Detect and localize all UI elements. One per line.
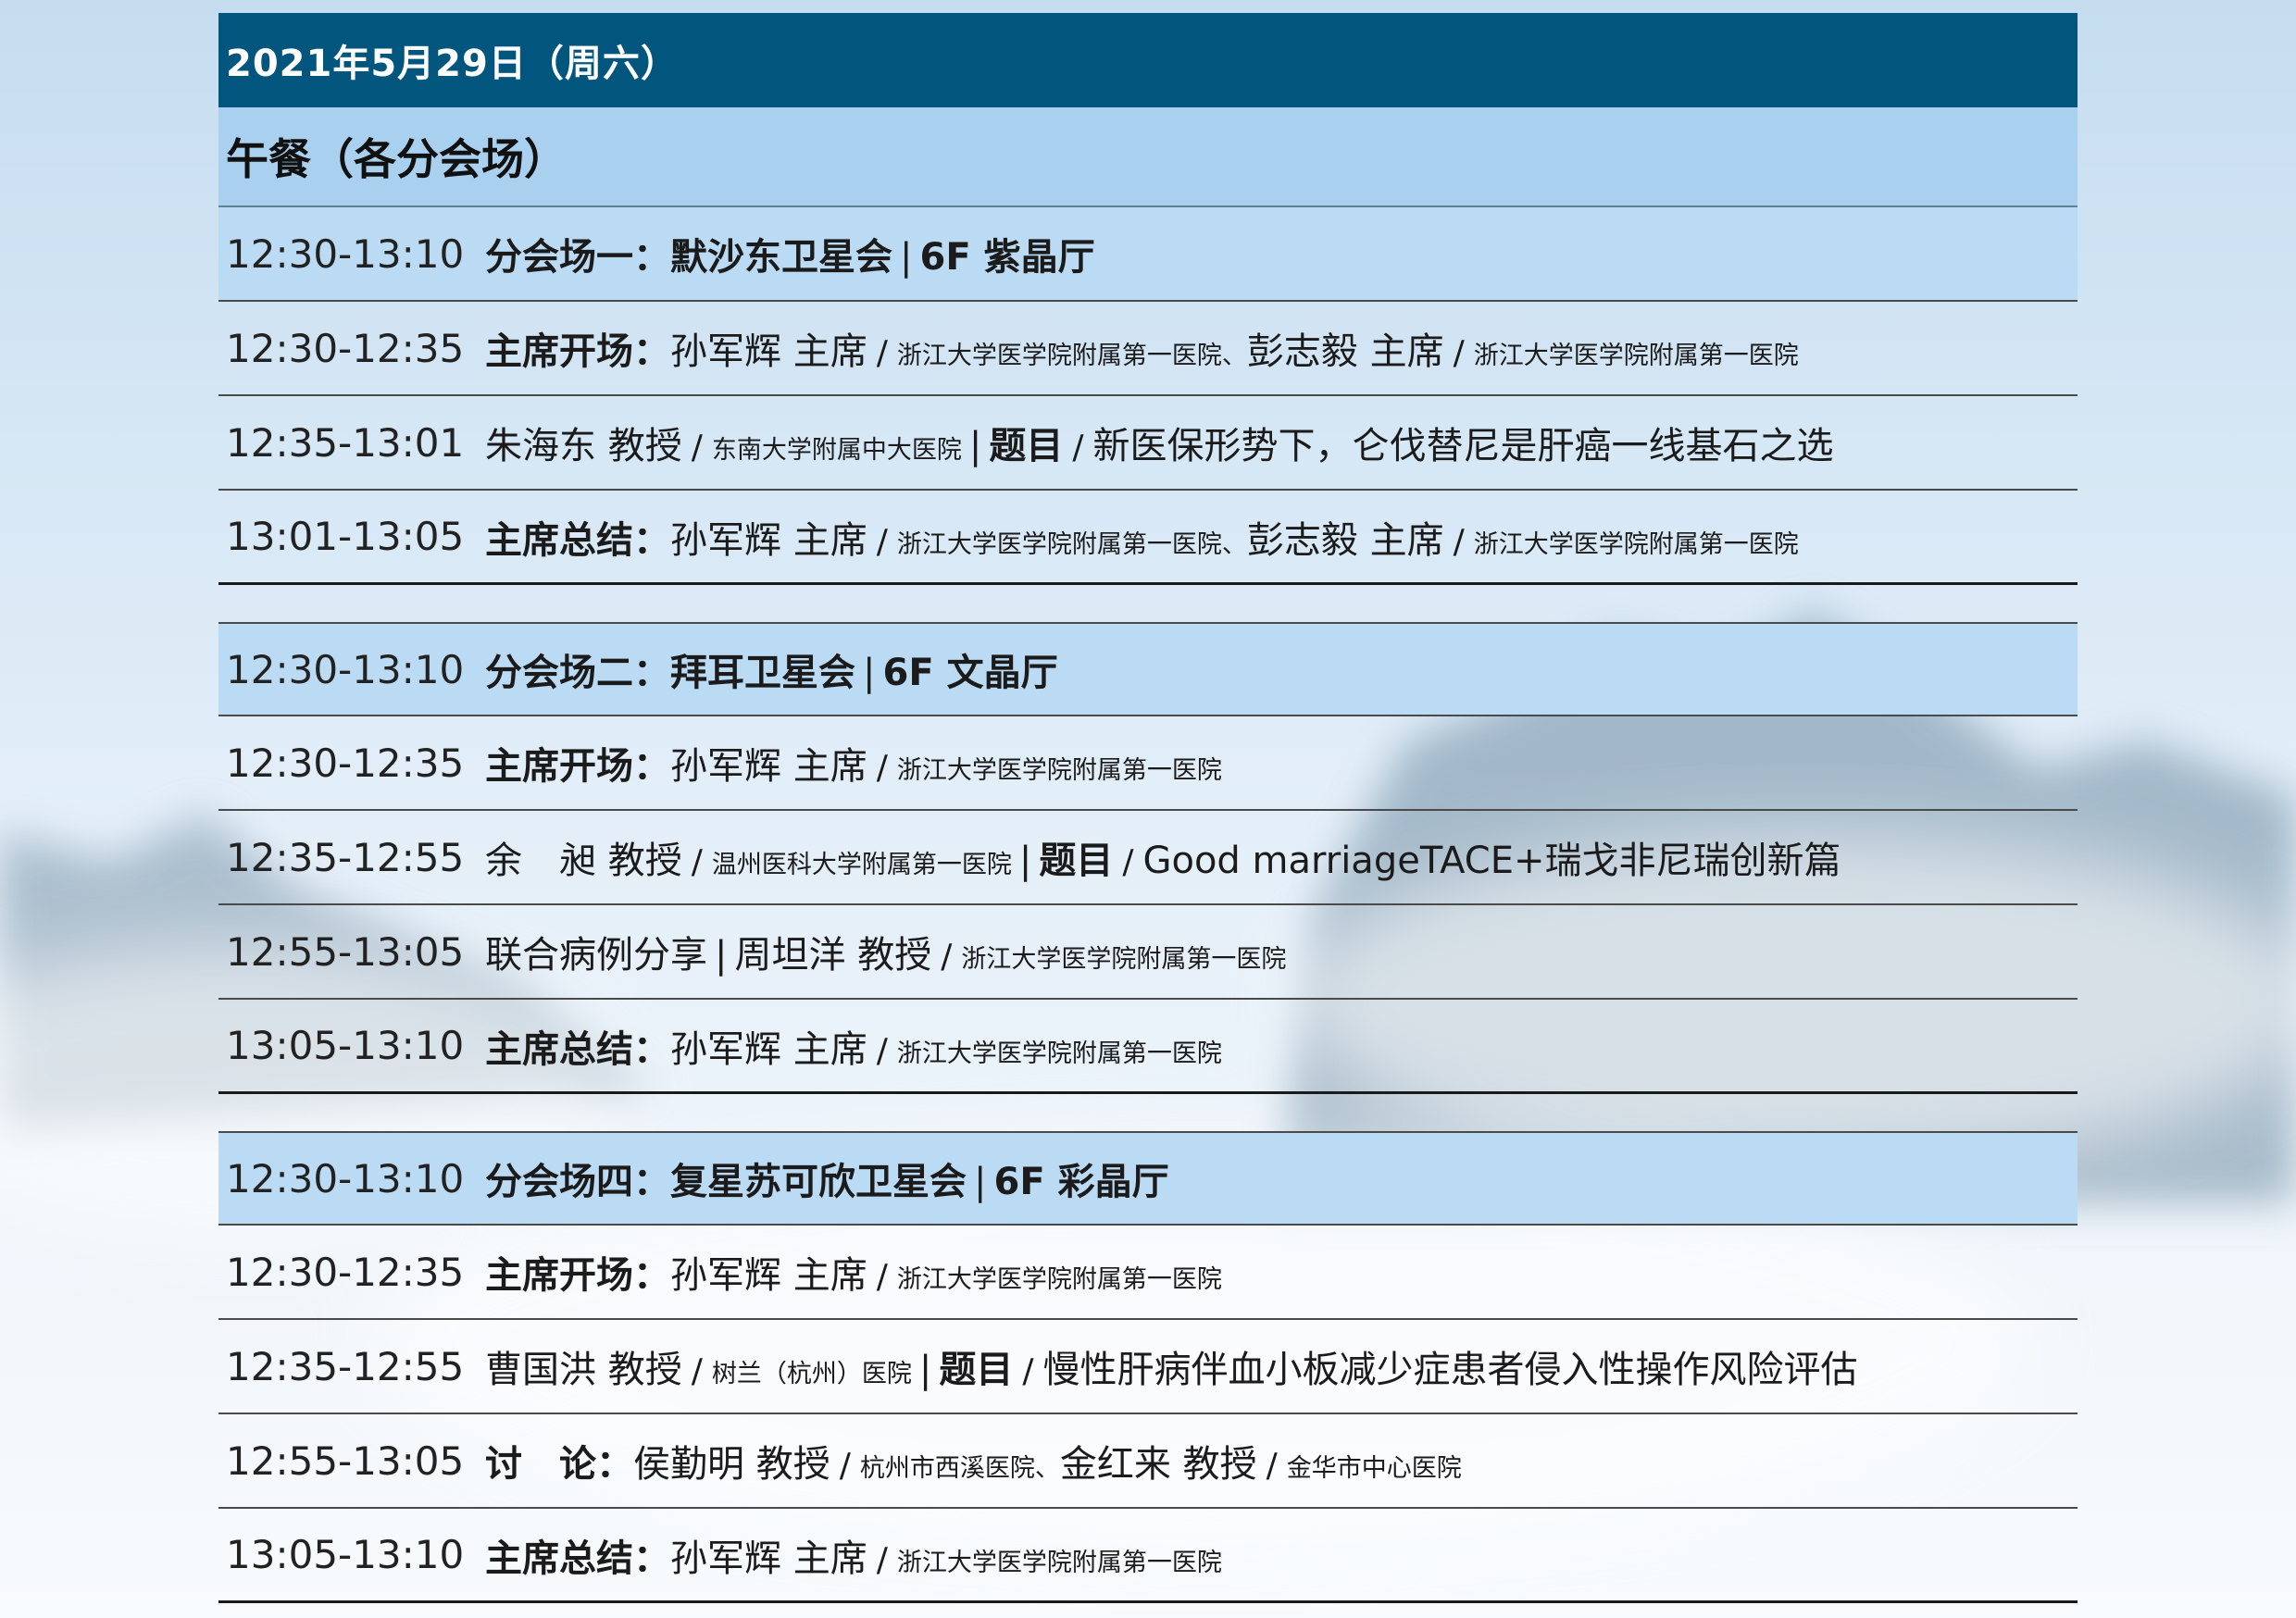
time-range: 12:55-13:05	[226, 1438, 465, 1484]
time-range: 12:30-12:35	[226, 325, 465, 371]
topic-text: Good marriageTACE+瑞戈非尼瑞创新篇	[1142, 840, 1841, 882]
agenda-row: 12:30-12:35 主席开场： 孙军辉 主席 / 浙江大学医学院附属第一医院、 彭志…	[218, 302, 2078, 396]
agenda-row: 13:05-13:10 主席总结： 孙军辉 主席 / 浙江大学医学院附属第一医院	[218, 1509, 2078, 1603]
agenda-row: 12:55-13:05 联合病例分享 | 周坦洋 教授 / 浙江大学医学院附属第一医院	[218, 905, 2078, 1000]
agenda-row: 13:05-13:10 主席总结： 孙军辉 主席 / 浙江大学医学院附属第一医院	[218, 1000, 2078, 1094]
speaker-org: 浙江大学医学院附属第一医院	[1473, 529, 1799, 559]
section-title: 午餐（各分会场）	[218, 107, 2078, 207]
speaker-name: 彭志毅 主席	[1246, 330, 1444, 373]
topic-label: 题目	[989, 425, 1064, 467]
agenda-label: 主席开场：	[485, 330, 670, 373]
time-range: 13:01-13:05	[226, 514, 465, 559]
time-range: 12:55-13:05	[226, 928, 465, 975]
session-room: 6F 彩晶厅	[993, 1161, 1169, 1203]
speaker-org: 浙江大学医学院附属第一医院、	[896, 529, 1247, 559]
speaker-name: 孙军辉 主席	[670, 1537, 867, 1580]
time-range: 12:30-12:35	[226, 740, 465, 786]
agenda-row: 12:30-12:35 主席开场： 孙军辉 主席 / 浙江大学医学院附属第一医院	[218, 716, 2078, 811]
topic-text: 慢性肝病伴血小板减少症患者侵入性操作风险评估	[1042, 1349, 1858, 1391]
speaker-org: 树兰（杭州）医院	[711, 1360, 912, 1388]
agenda-row: 12:55-13:05 讨 论： 侯勤明 教授 / 杭州市西溪医院、 金红来 教授 / 金华…	[218, 1414, 2078, 1509]
speaker-name: 孙军辉 主席	[670, 330, 867, 373]
session-title: 分会场四：复星苏可欣卫星会	[485, 1161, 967, 1203]
agenda-label: 联合病例分享	[485, 934, 707, 977]
topic-label: 题目	[1039, 840, 1114, 882]
session-title: 分会场二：拜耳卫星会	[485, 652, 855, 694]
time-range: 12:30-12:35	[226, 1249, 465, 1295]
speaker-name: 朱海东 教授	[485, 425, 682, 467]
time-range: 12:30-13:10	[226, 1155, 465, 1201]
agenda-row: 12:30-12:35 主席开场： 孙军辉 主席 / 浙江大学医学院附属第一医院	[218, 1226, 2078, 1320]
speaker-name: 余 昶 教授	[485, 840, 682, 882]
speaker-org: 浙江大学医学院附属第一医院	[896, 1265, 1222, 1294]
speaker-org: 金华市中心医院	[1286, 1454, 1462, 1483]
speaker-org: 浙江大学医学院附属第一医院、	[896, 342, 1247, 370]
agenda-row: 12:35-12:55 曹国洪 教授 / 树兰（杭州）医院 | 题目 / 慢性肝病伴血小板减…	[218, 1320, 2078, 1414]
speaker-name: 彭志毅 主席	[1246, 518, 1444, 562]
speaker-org: 浙江大学医学院附属第一医院	[961, 945, 1287, 974]
session-room: 6F 紫晶厅	[919, 236, 1095, 279]
agenda-row: 12:35-13:01 朱海东 教授 / 东南大学附属中大医院 | 题目 / 新医保形势下，…	[218, 396, 2078, 491]
speaker-org: 浙江大学医学院附属第一医院	[896, 1039, 1222, 1068]
speaker-name: 曹国洪 教授	[485, 1349, 682, 1391]
speaker-name: 周坦洋 教授	[734, 934, 932, 977]
agenda-label: 主席总结：	[485, 518, 670, 562]
agenda-row: 12:35-12:55 余 昶 教授 / 温州医科大学附属第一医院 | 题目 / Good …	[218, 811, 2078, 905]
session-room: 6F 文晶厅	[882, 652, 1058, 694]
session-header: 12:30-13:10 分会场二：拜耳卫星会 | 6F 文晶厅	[218, 622, 2078, 716]
date-bar: 2021年5月29日（周六）	[218, 13, 2078, 107]
speaker-name: 侯勤明 教授	[633, 1443, 830, 1486]
session-gap	[218, 585, 2078, 622]
agenda-label: 主席开场：	[485, 745, 670, 788]
topic-label: 题目	[939, 1349, 1014, 1391]
speaker-org: 东南大学附属中大医院	[711, 436, 962, 465]
session-header: 12:30-13:10 分会场一：默沙东卫星会 | 6F 紫晶厅	[218, 207, 2078, 302]
speaker-org: 杭州市西溪医院、	[859, 1454, 1060, 1483]
speaker-org: 浙江大学医学院附属第一医院	[1473, 342, 1799, 370]
agenda-label: 主席总结：	[485, 1027, 670, 1071]
time-range: 12:30-13:10	[226, 230, 465, 277]
topic-text: 新医保形势下，仑伐替尼是肝癌一线基石之选	[1092, 425, 1834, 467]
speaker-org: 浙江大学医学院附属第一医院	[896, 1548, 1222, 1577]
session-gap	[218, 1094, 2078, 1131]
session-title: 分会场一：默沙东卫星会	[485, 236, 892, 279]
time-range: 12:35-12:55	[226, 834, 465, 880]
time-range: 13:05-13:10	[226, 1532, 465, 1577]
speaker-name: 孙军辉 主席	[670, 518, 867, 562]
agenda-label: 讨 论：	[485, 1443, 633, 1486]
speaker-name: 孙军辉 主席	[670, 1027, 867, 1071]
time-range: 13:05-13:10	[226, 1023, 465, 1068]
speaker-name: 金红来 教授	[1059, 1443, 1257, 1486]
agenda-row: 13:01-13:05 主席总结： 孙军辉 主席 / 浙江大学医学院附属第一医院、 彭志…	[218, 491, 2078, 585]
agenda-label: 主席总结：	[485, 1537, 670, 1580]
time-range: 12:30-13:10	[226, 646, 465, 692]
speaker-name: 孙军辉 主席	[670, 745, 867, 788]
agenda-label: 主席开场：	[485, 1254, 670, 1297]
session-header: 12:30-13:10 分会场四：复星苏可欣卫星会 | 6F 彩晶厅	[218, 1131, 2078, 1226]
time-range: 12:35-12:55	[226, 1343, 465, 1389]
time-range: 12:35-13:01	[226, 419, 465, 466]
speaker-name: 孙军辉 主席	[670, 1254, 867, 1297]
schedule-sheet: 2021年5月29日（周六） 午餐（各分会场） 12:30-13:10 分会场一…	[218, 13, 2078, 1603]
speaker-org: 温州医科大学附属第一医院	[711, 851, 1012, 879]
speaker-org: 浙江大学医学院附属第一医院	[896, 756, 1222, 785]
